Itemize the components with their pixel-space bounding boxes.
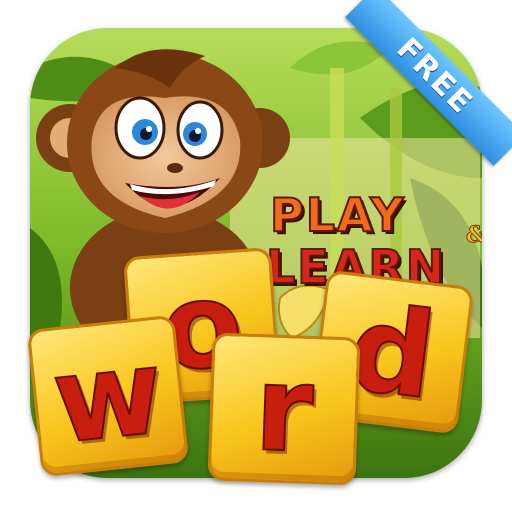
tile-letter: r (252, 338, 317, 480)
screenshot-canvas: PLAY & LEARN o d w r FREE (0, 0, 512, 512)
tile-letter: w (46, 321, 171, 472)
title-ampersand: & (466, 222, 482, 249)
title-play: PLAY (269, 187, 406, 243)
letter-tile-r: r (207, 332, 361, 486)
letter-tile-w: w (26, 314, 190, 478)
